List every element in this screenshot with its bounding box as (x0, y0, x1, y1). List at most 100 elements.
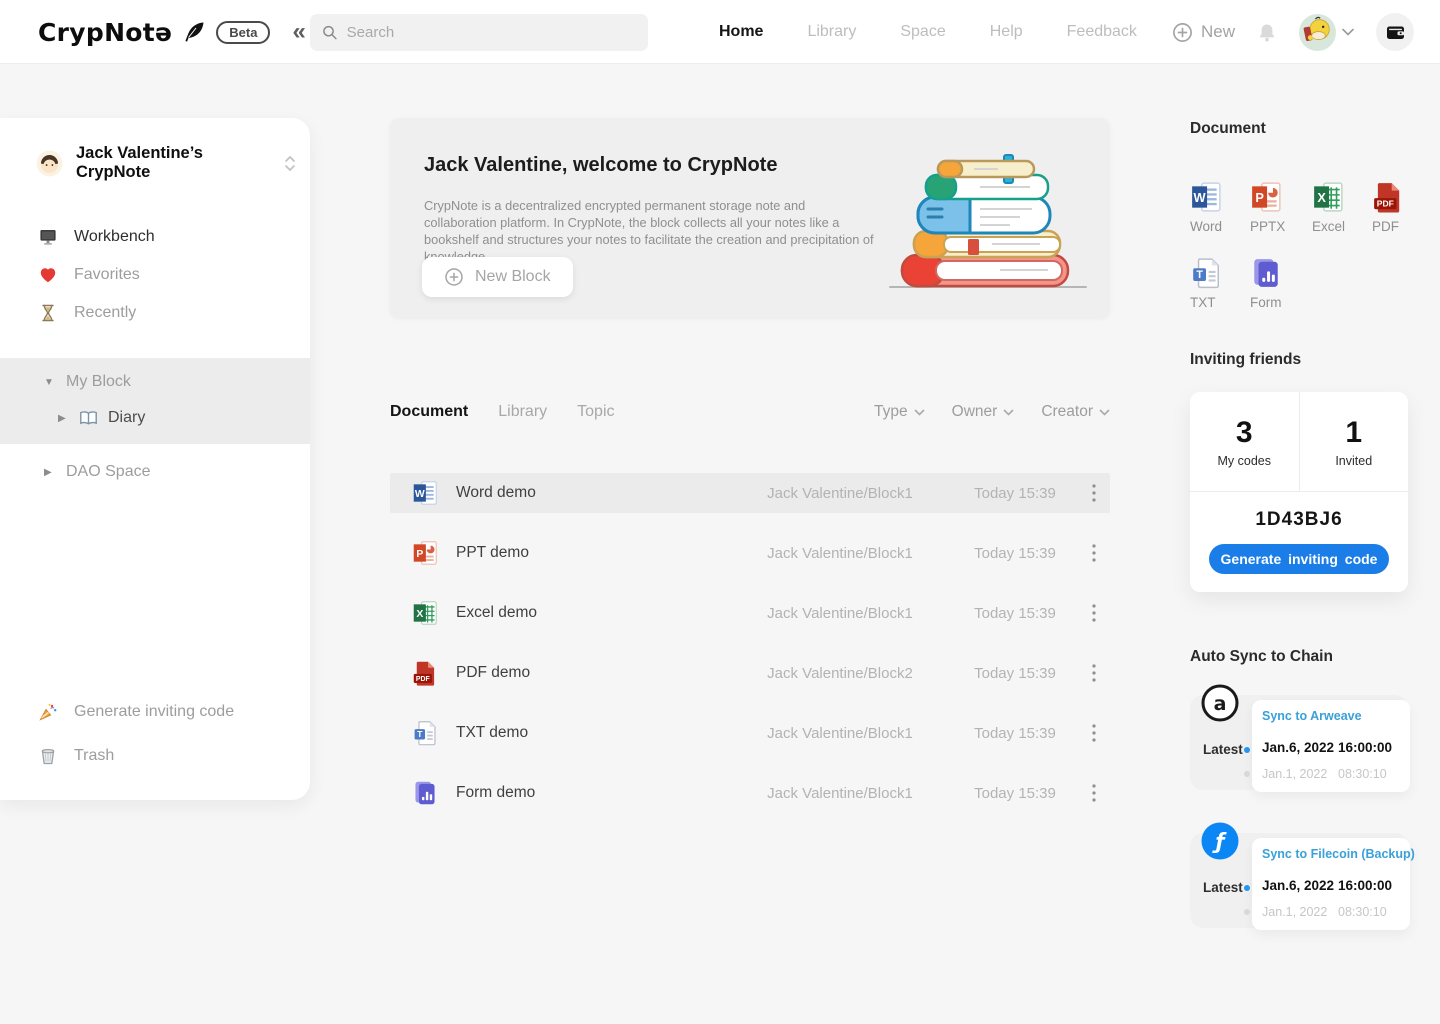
file-row-excel-demo[interactable]: Excel demo Jack Valentine/Block1 Today 1… (390, 593, 1110, 633)
trash-icon (38, 746, 58, 766)
new-block-button[interactable]: New Block (422, 257, 573, 297)
collapse-sidebar-icon[interactable]: « (292, 20, 305, 44)
doc-type-txt[interactable]: TXT (1190, 256, 1250, 310)
file-name: Form demo (456, 784, 535, 802)
sidebar-item-recently[interactable]: Recently (0, 294, 310, 332)
sidebar-item-generate-inviting-code[interactable]: Generate inviting code (0, 690, 310, 734)
file-name: Excel demo (456, 604, 537, 622)
notifications-bell-icon[interactable] (1257, 22, 1277, 43)
quill-icon (182, 20, 206, 44)
user-avatar (1299, 14, 1336, 51)
expanded-triangle-icon[interactable]: ▼ (44, 377, 58, 388)
party-popper-icon (38, 702, 58, 722)
workbench-label: Workbench (74, 228, 155, 246)
generate-inviting-code-button[interactable]: Generate inviting code (1209, 544, 1389, 574)
latest-time: 16:00:00 (1338, 878, 1392, 893)
excel-file-icon (412, 599, 438, 627)
file-name: PPT demo (456, 544, 529, 562)
file-time: Today 15:39 (955, 545, 1075, 562)
nav-feedback[interactable]: Feedback (1067, 23, 1137, 41)
generate-inviting-code-label: Generate inviting code (74, 703, 234, 721)
wallet-button[interactable] (1376, 13, 1414, 51)
row-menu-kebab-icon[interactable] (1084, 721, 1104, 745)
filter-creator[interactable]: Creator (1041, 403, 1110, 421)
tab-document[interactable]: Document (390, 403, 468, 421)
welcome-title: Jack Valentine, welcome to CrypNote (424, 154, 777, 177)
doc-type-word[interactable]: Word (1190, 180, 1250, 234)
file-time: Today 15:39 (955, 725, 1075, 742)
ppt-file-icon (1250, 180, 1282, 214)
workspace-switcher[interactable]: Jack Valentine’s CrypNote (0, 118, 310, 182)
collapsed-triangle-icon[interactable]: ▶ (58, 413, 72, 424)
filter-owner-label: Owner (952, 403, 998, 421)
file-row-ppt-demo[interactable]: PPT demo Jack Valentine/Block1 Today 15:… (390, 533, 1110, 573)
filter-owner[interactable]: Owner (952, 403, 1015, 421)
beta-badge: Beta (216, 21, 270, 44)
tree-item-dao-space[interactable]: ▶ DAO Space (0, 454, 310, 490)
previous-dot (1244, 909, 1250, 915)
chevron-down-icon (1342, 28, 1354, 36)
my-block-highlight: ▼ My Block ▶ Diary (0, 358, 310, 444)
inviting-friends-card: 3 My codes 1 Invited 1D43BJ6 Generate in… (1190, 392, 1408, 592)
tab-topic[interactable]: Topic (577, 403, 614, 421)
tree-item-diary[interactable]: ▶ Diary (0, 400, 310, 436)
arweave-logo-icon: a (1200, 683, 1240, 723)
inviting-friends-title: Inviting friends (1190, 351, 1301, 369)
row-menu-kebab-icon[interactable] (1084, 781, 1104, 805)
search-bar[interactable] (310, 14, 648, 51)
new-button[interactable]: New (1172, 22, 1235, 43)
doc-type-excel[interactable]: Excel (1312, 180, 1372, 234)
file-owner: Jack Valentine/Block1 (720, 605, 960, 622)
arweave-sync-card: a Sync to Arweave Latest Jan.6, 2022 16:… (1190, 690, 1408, 796)
file-owner: Jack Valentine/Block1 (720, 545, 960, 562)
dao-space-label: DAO Space (66, 463, 150, 481)
filecoin-logo-icon: ƒ (1200, 821, 1240, 861)
user-avatar-menu[interactable] (1299, 14, 1354, 51)
left-sidebar: Jack Valentine’s CrypNote Workbench Favo… (0, 118, 310, 800)
sidebar-item-trash[interactable]: Trash (0, 734, 310, 778)
sync-to-filecoin-link[interactable]: Sync to Filecoin (Backup) (1262, 847, 1415, 861)
nav-help[interactable]: Help (990, 23, 1023, 41)
row-menu-kebab-icon[interactable] (1084, 541, 1104, 565)
previous-date: Jan.1, 2022 (1262, 767, 1327, 781)
search-input[interactable] (347, 24, 636, 41)
tab-library[interactable]: Library (498, 403, 547, 421)
doc-type-pdf[interactable]: PDF (1372, 180, 1430, 234)
my-block-label: My Block (66, 373, 131, 391)
row-menu-kebab-icon[interactable] (1084, 601, 1104, 625)
workspace-name: Jack Valentine’s CrypNote (76, 144, 271, 182)
nav-space[interactable]: Space (900, 23, 945, 41)
filter-type[interactable]: Type (874, 403, 925, 421)
sidebar-item-favorites[interactable]: Favorites (0, 256, 310, 294)
file-row-pdf-demo[interactable]: PDF demo Jack Valentine/Block2 Today 15:… (390, 653, 1110, 693)
doc-type-pptx[interactable]: PPTX (1250, 180, 1312, 234)
file-row-form-demo[interactable]: Form demo Jack Valentine/Block1 Today 15… (390, 773, 1110, 813)
row-menu-kebab-icon[interactable] (1084, 661, 1104, 685)
file-name: TXT demo (456, 724, 528, 742)
file-time: Today 15:39 (955, 785, 1075, 802)
sync-to-arweave-link[interactable]: Sync to Arweave (1262, 709, 1362, 723)
file-row-word-demo[interactable]: Word demo Jack Valentine/Block1 Today 15… (390, 473, 1110, 513)
document-type-grid: Word PPTX Excel PDF TXT Form (1190, 180, 1430, 310)
nav-home[interactable]: Home (719, 23, 763, 41)
previous-time: 08:30:10 (1338, 905, 1387, 919)
auto-sync-title: Auto Sync to Chain (1190, 648, 1333, 666)
workbench-monitor-icon (38, 227, 58, 247)
txt-file-icon (412, 719, 438, 747)
tree-item-my-block[interactable]: ▼ My Block (0, 364, 310, 400)
trash-label: Trash (74, 747, 114, 765)
latest-label: Latest (1203, 880, 1243, 895)
latest-dot (1244, 885, 1250, 891)
latest-label: Latest (1203, 742, 1243, 757)
diary-label: Diary (108, 409, 145, 427)
workspace-avatar (36, 150, 63, 177)
nav-library[interactable]: Library (807, 23, 856, 41)
collapsed-triangle-icon[interactable]: ▶ (44, 467, 58, 478)
sidebar-item-workbench[interactable]: Workbench (0, 218, 310, 256)
txt-file-icon (1190, 256, 1222, 290)
doc-type-form[interactable]: Form (1250, 256, 1312, 310)
row-menu-kebab-icon[interactable] (1084, 481, 1104, 505)
pdf-file-icon (412, 659, 438, 687)
file-row-txt-demo[interactable]: TXT demo Jack Valentine/Block1 Today 15:… (390, 713, 1110, 753)
file-name: PDF demo (456, 664, 530, 682)
